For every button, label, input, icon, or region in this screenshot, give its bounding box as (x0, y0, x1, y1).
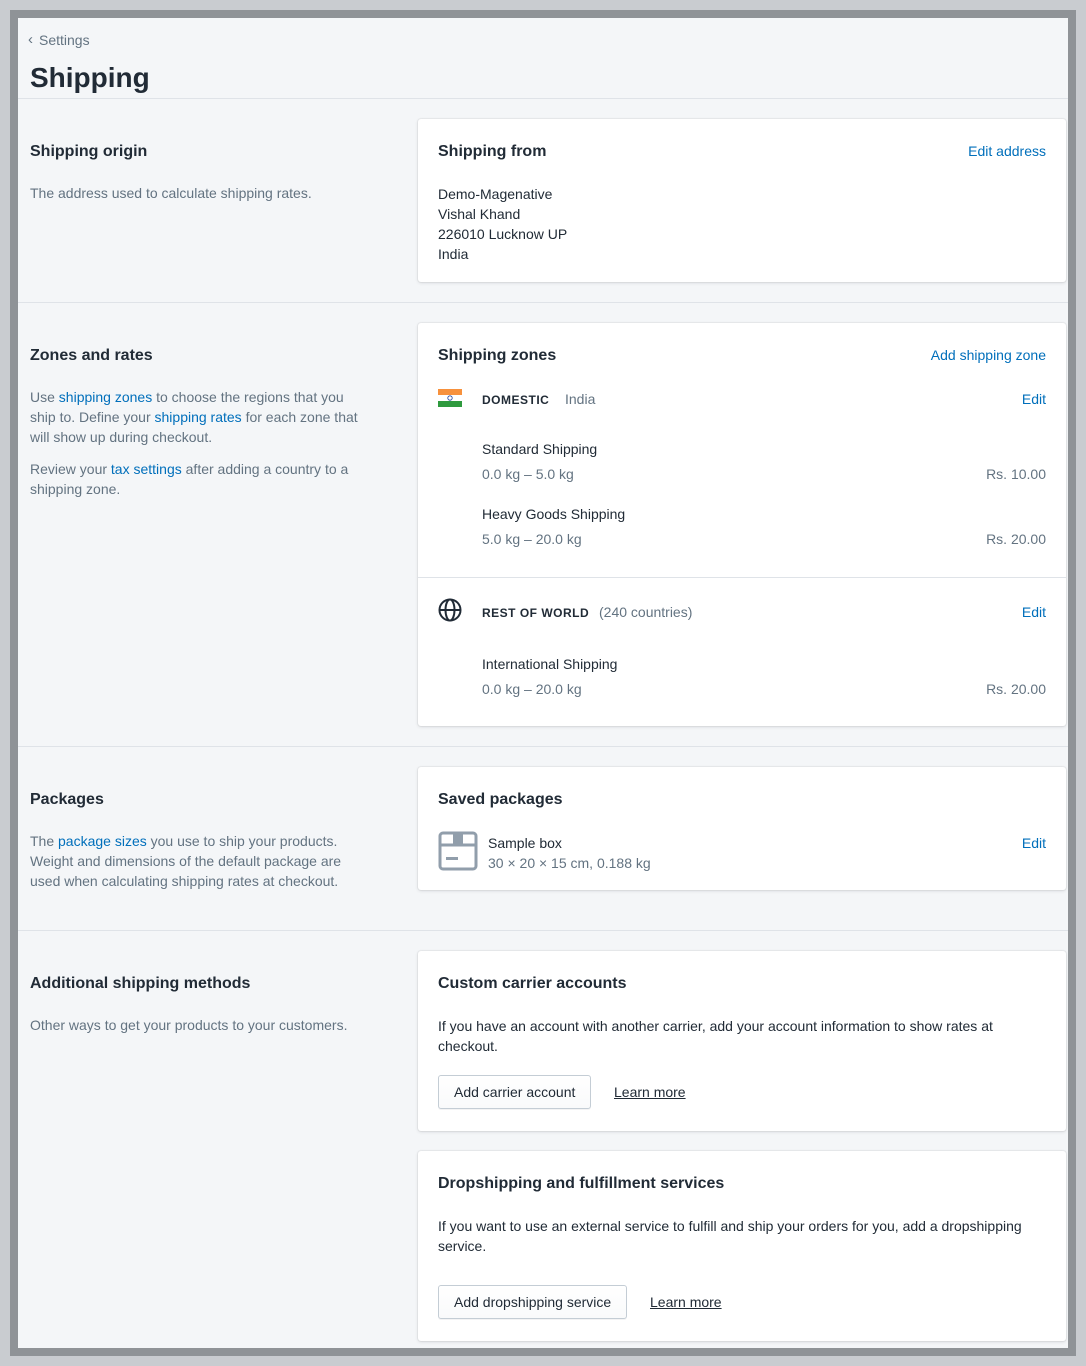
section-heading: Packages (30, 791, 104, 808)
text: Review your (30, 461, 111, 477)
address-line: Demo-Magenative (438, 186, 553, 202)
custom-carrier-card: Custom carrier accounts If you have an a… (418, 951, 1066, 1131)
page-header: ‹ Settings Shipping (18, 18, 1068, 99)
shipping-rates-link[interactable]: shipping rates (155, 409, 242, 425)
tax-settings-link[interactable]: tax settings (111, 461, 182, 477)
edit-address-link[interactable]: Edit address (968, 143, 1046, 159)
address-line: Vishal Khand (438, 206, 521, 222)
package-sizes-link[interactable]: package sizes (58, 833, 147, 849)
chevron-left-icon: ‹ (28, 31, 33, 48)
address-block: Demo-Magenative Vishal Khand 226010 Luck… (438, 184, 567, 264)
learn-more-link[interactable]: Learn more (614, 1084, 686, 1100)
card-title: Saved packages (438, 791, 563, 808)
card-title: Dropshipping and fulfillment services (438, 1175, 725, 1192)
package-detail: 30 × 20 × 15 cm, 0.188 kg (488, 855, 651, 871)
zones-section: Zones and rates Use shipping zones to ch… (18, 303, 1068, 747)
rate-range: 5.0 kg – 20.0 kg (482, 531, 582, 547)
shipping-origin-section: Shipping origin The address used to calc… (18, 99, 1068, 303)
text: The (30, 833, 59, 849)
rate-name: Heavy Goods Shipping (482, 506, 626, 522)
text: Use (30, 389, 59, 405)
card-title: Shipping from (438, 143, 547, 160)
shipping-zones-card: Shipping zones Add shipping zone DOMESTI… (418, 323, 1066, 726)
card-title: Shipping zones (438, 347, 557, 364)
box-icon (438, 829, 478, 871)
section-heading: Additional shipping methods (30, 975, 251, 992)
globe-icon (438, 598, 462, 622)
address-line: India (438, 246, 469, 262)
card-text: If you have an account with another carr… (438, 1018, 993, 1054)
add-shipping-zone-link[interactable]: Add shipping zone (931, 347, 1046, 363)
saved-packages-card: Saved packages Sample box 30 × 20 × 15 c… (418, 767, 1066, 890)
edit-world-zone-link[interactable]: Edit (1022, 604, 1046, 620)
card-title: Custom carrier accounts (438, 975, 627, 992)
zone-name: DOMESTIC (482, 393, 550, 407)
shipping-from-card: Shipping from Edit address Demo-Magenati… (418, 119, 1066, 282)
edit-package-link[interactable]: Edit (1022, 835, 1046, 851)
window-frame: ‹ Settings Shipping Shipping origin The … (10, 10, 1076, 1356)
card-text: If you want to use an external service t… (438, 1218, 1022, 1254)
rate-price: Rs. 20.00 (986, 531, 1046, 547)
india-flag-icon (438, 389, 462, 407)
package-name: Sample box (488, 835, 562, 851)
zone-detail: (240 countries) (599, 604, 693, 620)
additional-methods-section: Additional shipping methods Other ways t… (18, 931, 1068, 1348)
rate-price: Rs. 10.00 (986, 466, 1046, 482)
add-carrier-account-button[interactable]: Add carrier account (438, 1075, 592, 1109)
section-heading: Shipping origin (30, 143, 148, 160)
page-title: Shipping (30, 62, 150, 93)
rate-price: Rs. 20.00 (986, 681, 1046, 697)
section-description: The address used to calculate shipping r… (30, 185, 312, 201)
breadcrumb-label: Settings (39, 31, 90, 48)
zone-detail: India (565, 391, 596, 407)
section-heading: Zones and rates (30, 347, 153, 364)
breadcrumb[interactable]: ‹ Settings (28, 31, 90, 48)
dropshipping-card: Dropshipping and fulfillment services If… (418, 1151, 1066, 1341)
packages-section: Packages The package sizes you use to sh… (18, 747, 1068, 931)
zone-name: REST OF WORLD (482, 606, 590, 620)
section-description: Use shipping zones to choose the regions… (30, 387, 360, 447)
rate-name: Standard Shipping (482, 441, 598, 457)
settings-page: ‹ Settings Shipping Shipping origin The … (18, 18, 1068, 1348)
section-description: The package sizes you use to ship your p… (30, 831, 360, 891)
rate-range: 0.0 kg – 5.0 kg (482, 466, 574, 482)
address-line: 226010 Lucknow UP (438, 226, 568, 242)
section-description: Review your tax settings after adding a … (30, 459, 360, 499)
shipping-zones-link[interactable]: shipping zones (59, 389, 152, 405)
add-dropshipping-service-button[interactable]: Add dropshipping service (438, 1285, 628, 1319)
edit-domestic-zone-link[interactable]: Edit (1022, 391, 1046, 407)
learn-more-link[interactable]: Learn more (650, 1294, 722, 1310)
zone-divider (418, 577, 1066, 578)
section-description: Other ways to get your products to your … (30, 1017, 348, 1033)
rate-range: 0.0 kg – 20.0 kg (482, 681, 582, 697)
rate-name: International Shipping (482, 656, 618, 672)
